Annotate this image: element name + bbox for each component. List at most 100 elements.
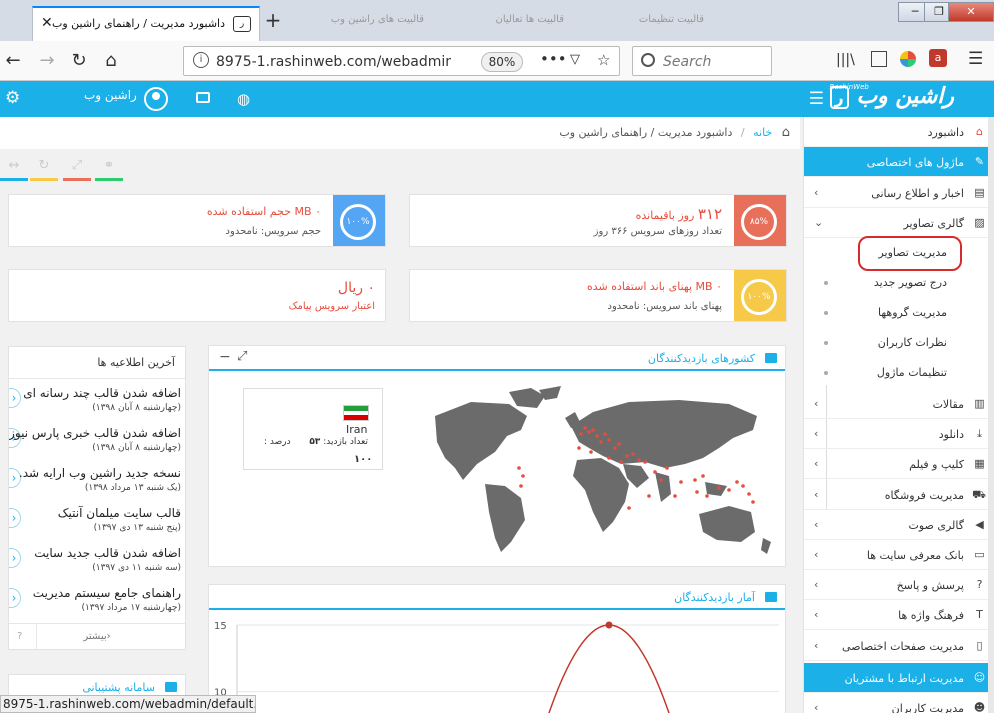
addon-icon[interactable]: a: [929, 49, 947, 67]
chevron-left-icon[interactable]: ›: [814, 427, 818, 440]
chevron-left-icon[interactable]: ›: [814, 548, 818, 561]
chevron-left-icon[interactable]: ›: [814, 457, 818, 470]
news-title[interactable]: اضافه شدن قالب خبری پارس نیوز: [9, 426, 181, 440]
collapse-icon[interactable]: −: [219, 349, 231, 365]
chevron-left-icon[interactable]: ›: [814, 608, 818, 621]
sidebar-item-label[interactable]: مدیریت کاربران: [892, 702, 964, 713]
fullscreen-icon[interactable]: ⤢: [237, 349, 247, 364]
search-box[interactable]: Search: [632, 46, 772, 76]
sidebar-item[interactable]: T فرهنگ واژه ها ›: [804, 600, 994, 631]
sidebar-item[interactable]: ⤓ دانلود ›: [804, 419, 994, 450]
bookmark-star-icon[interactable]: ☆: [597, 51, 610, 69]
tab-background[interactable]: قالبیت ها تعالیان: [440, 6, 570, 34]
chevron-left-icon[interactable]: ›: [814, 397, 818, 410]
home-button[interactable]: ⌂: [98, 49, 124, 73]
sidebar-item[interactable]: ▯ مدیریت صفحات اختصاصی ›: [804, 631, 994, 661]
logo[interactable]: RashinWeb راشین وب ر: [829, 83, 954, 109]
sidebar-item-label[interactable]: داشبورد: [928, 126, 964, 139]
chevron-left-icon[interactable]: ›: [814, 701, 818, 713]
back-button[interactable]: ←: [0, 49, 26, 73]
chevron-left-icon[interactable]: ‹: [9, 388, 21, 408]
sidebar-item-label[interactable]: مدیریت صفحات اختصاصی: [842, 640, 964, 653]
sidebar-item[interactable]: ▤ اخبار و اطلاع رسانی ›: [804, 178, 994, 208]
library-icon[interactable]: |||\: [836, 52, 855, 68]
news-title[interactable]: نسخه جدید راشین وب ارایه شد.: [19, 466, 181, 480]
sidebar-subitem[interactable]: نظرات کاربران: [804, 328, 994, 358]
sidebar-subitem-label[interactable]: درج تصویر جدید: [874, 276, 947, 289]
sidebar-item[interactable]: ▨ گالری تصاویر ⌄: [804, 208, 994, 238]
expand-icon[interactable]: ⤢: [63, 158, 91, 173]
hamburger-icon[interactable]: ☰: [809, 89, 824, 109]
address-bar[interactable]: i 8975-1.rashinweb.com/webadmin/de 80% •…: [183, 46, 620, 76]
news-item[interactable]: ‹ اضافه شدن قالب جدید سایت (سه شنبه ۱۱ دی …: [9, 540, 185, 580]
arrows-icon[interactable]: ↔: [0, 158, 28, 173]
help-icon[interactable]: ?: [17, 624, 22, 649]
tab-background[interactable]: قالبیت تنظیمات: [580, 6, 710, 34]
sidebar-item-label[interactable]: دانلود: [939, 428, 964, 441]
messages-icon[interactable]: [196, 92, 210, 103]
zoom-level[interactable]: 80%: [481, 52, 523, 72]
news-item[interactable]: ‹ اضافه شدن قالب چند رسانه ای (چهارشنبه ۸ …: [9, 380, 185, 420]
user-name[interactable]: راشین وب: [84, 88, 137, 102]
sidebar-item[interactable]: ☻ مدیریت کاربران ›: [804, 693, 994, 713]
sidebar-item[interactable]: ✎ ماژول های اختصاصی: [804, 147, 994, 177]
sidebar-subitem[interactable]: مدیریت گروهها: [804, 298, 994, 328]
sidebar-item-label[interactable]: کلیپ و فیلم: [909, 458, 964, 471]
chevron-left-icon[interactable]: ›: [814, 186, 818, 199]
news-title[interactable]: راهنمای جامع سیستم مدیریت: [33, 586, 181, 600]
sidebar-item-label[interactable]: پرسش و پاسخ: [897, 579, 964, 592]
chevron-down-icon[interactable]: ⌄: [814, 216, 823, 229]
sidebar-item-label[interactable]: گالری صوت: [909, 519, 965, 532]
settings-icon[interactable]: ⚙: [5, 88, 20, 108]
sidebar-item-label[interactable]: مقالات: [933, 398, 964, 411]
sidebar-subitem[interactable]: تنظیمات ماژول: [804, 358, 994, 388]
sidebar-item[interactable]: ⛟ مدیریت فروشگاه ›: [804, 480, 994, 510]
sidebar-item[interactable]: ☺ مدیریت ارتباط با مشتریان: [804, 663, 994, 693]
sidebar-item[interactable]: ◀ گالری صوت ›: [804, 510, 994, 540]
news-title[interactable]: قالب سایت میلمان آنتیک: [58, 506, 181, 520]
sidebar-item-label[interactable]: مدیریت ارتباط با مشتریان: [845, 672, 964, 685]
news-item[interactable]: ‹ قالب سایت میلمان آنتیک (پنج شنبه ۱۳ دی ۱…: [9, 500, 185, 540]
sidebar-subitem[interactable]: درج تصویر جدید: [804, 268, 994, 298]
news-item[interactable]: ‹ راهنمای جامع سیستم مدیریت (چهارشنبه ۱۷ م…: [9, 580, 185, 620]
news-item[interactable]: ‹ نسخه جدید راشین وب ارایه شد. (یک شنبه ۱۳…: [9, 460, 185, 500]
more-link[interactable]: بیشتر: [83, 631, 106, 642]
breadcrumb-home[interactable]: خانه: [753, 126, 772, 139]
menu-icon[interactable]: ☰: [968, 49, 983, 69]
news-more[interactable]: ? بیشتر›: [9, 623, 185, 649]
sidebar-item[interactable]: ▭ بانک معرفی سایت ها ›: [804, 540, 994, 570]
refresh-icon[interactable]: ↻: [30, 158, 58, 173]
news-title[interactable]: اضافه شدن قالب جدید سایت: [34, 546, 181, 560]
sidebar-subitem-label[interactable]: مدیریت گروهها: [878, 306, 947, 319]
sidebar-item[interactable]: ▥ مقالات ›: [804, 389, 994, 419]
data-point[interactable]: [605, 621, 613, 629]
tab-active[interactable]: ر داشبورد مدیریت / راهنمای راشین وب ✕: [32, 6, 260, 41]
visits-chart[interactable]: 1510: [209, 611, 786, 713]
sidebar-item-label[interactable]: اخبار و اطلاع رسانی: [871, 187, 964, 200]
link-icon[interactable]: ⚭: [95, 158, 123, 173]
sidebar-item[interactable]: ⌂ داشبورد: [804, 117, 994, 147]
globe-icon[interactable]: ◍: [237, 90, 250, 108]
sidebar-item-label[interactable]: فرهنگ واژه ها: [898, 609, 964, 622]
sidebar-subitem-label[interactable]: تنظیمات ماژول: [877, 366, 947, 379]
forward-button[interactable]: →: [34, 49, 60, 73]
sidebar-item-label[interactable]: گالری تصاویر: [903, 217, 964, 230]
close-tab-icon[interactable]: ✕: [41, 15, 53, 31]
chevron-left-icon[interactable]: ›: [814, 639, 818, 652]
close-window-button[interactable]: ✕: [948, 2, 994, 22]
news-title[interactable]: اضافه شدن قالب چند رسانه ای: [23, 386, 181, 400]
chevron-left-icon[interactable]: ›: [814, 518, 818, 531]
chevron-left-icon[interactable]: ›: [814, 488, 818, 501]
sidebar-item[interactable]: ? پرسش و پاسخ ›: [804, 570, 994, 601]
home-icon[interactable]: ⌂: [782, 125, 790, 140]
pocket-icon[interactable]: ▽: [570, 52, 580, 67]
sidebar-item-label[interactable]: ماژول های اختصاصی: [867, 156, 964, 169]
sidebar-icon[interactable]: [871, 51, 887, 67]
search-input[interactable]: Search: [663, 54, 711, 70]
news-item[interactable]: ‹ اضافه شدن قالب خبری پارس نیوز (چهارشنبه …: [9, 420, 185, 460]
scrollbar[interactable]: [988, 117, 994, 713]
chevron-left-icon[interactable]: ‹: [9, 588, 21, 608]
sidebar-item-label[interactable]: بانک معرفی سایت ها: [867, 549, 964, 562]
extension-icon[interactable]: [900, 51, 916, 67]
sidebar-item[interactable]: ▦ کلیپ و فیلم ›: [804, 449, 994, 480]
